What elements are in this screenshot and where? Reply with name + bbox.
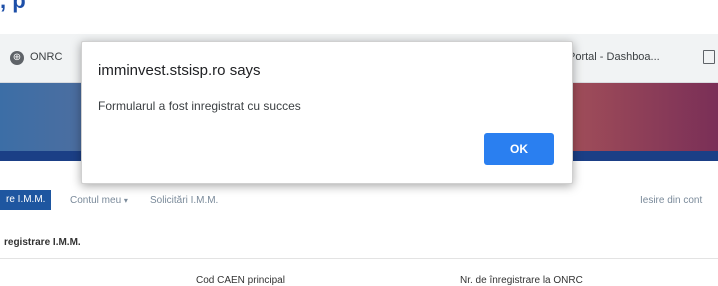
globe-icon: ⊕	[10, 51, 24, 65]
menu-item-inregistrare-imm[interactable]: re I.M.M.	[0, 190, 52, 210]
top-caption-text: , p	[0, 0, 26, 13]
main-menu: re I.M.M. Contul meu ▾ Solicitări I.M.M.…	[0, 184, 718, 214]
menu-item-contul-meu-label: Contul meu	[70, 195, 122, 206]
bookmark-portal-dashboard[interactable]: Portal - Dashboa...	[568, 51, 660, 63]
logout-link[interactable]: Iesire din cont	[640, 195, 702, 206]
alert-dialog: imminvest.stsisp.ro says Formularul a fo…	[81, 41, 573, 184]
dialog-title: imminvest.stsisp.ro says	[98, 62, 261, 79]
bookmark-page-icon[interactable]	[703, 50, 715, 64]
field-label-caen: Cod CAEN principal	[196, 275, 285, 286]
top-caption-strip: , p	[0, 0, 718, 34]
dialog-message: Formularul a fost inregistrat cu succes	[98, 99, 301, 113]
section-title: registrare I.M.M.	[4, 237, 81, 248]
caret-down-icon: ▾	[123, 196, 128, 205]
ok-button[interactable]: OK	[484, 133, 554, 165]
field-label-onrc-number: Nr. de înregistrare la ONRC	[460, 275, 583, 286]
menu-item-contul-meu[interactable]: Contul meu ▾	[70, 195, 128, 206]
section-divider	[0, 258, 718, 259]
bookmark-onrc[interactable]: ONRC	[30, 51, 62, 63]
menu-item-solicitari-imm[interactable]: Solicitări I.M.M.	[150, 195, 218, 206]
